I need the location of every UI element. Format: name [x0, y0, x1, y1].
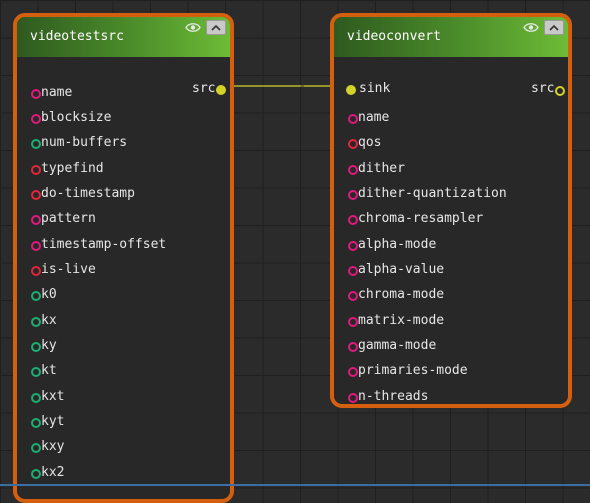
property-label: timestamp-offset [41, 236, 167, 252]
property-label: n-threads [358, 388, 429, 404]
property-label: do-timestamp [41, 185, 135, 201]
property-blocksize[interactable]: blocksize [17, 108, 230, 133]
property-kt[interactable]: kt [17, 361, 230, 386]
eye-icon[interactable] [184, 21, 202, 35]
collapse-button[interactable] [544, 20, 564, 35]
property-port-icon[interactable] [31, 392, 41, 403]
property-port-icon[interactable] [348, 342, 358, 353]
property-port-icon[interactable] [31, 316, 41, 327]
property-chroma-resampler[interactable]: chroma-resampler [334, 209, 568, 234]
src-pad-dot[interactable] [555, 86, 565, 96]
property-label: kt [41, 363, 57, 379]
chevron-up-icon [549, 24, 559, 31]
property-do-timestamp[interactable]: do-timestamp [17, 184, 230, 209]
videotestsrc-node[interactable]: videotestsrc src name blocksize num-buffer… [13, 13, 234, 503]
property-label: gamma-mode [358, 338, 437, 354]
property-name[interactable]: name [17, 83, 230, 108]
property-matrix-mode[interactable]: matrix-mode [334, 311, 568, 336]
property-label: alpha-mode [358, 236, 437, 252]
property-gamma-mode[interactable]: gamma-mode [334, 336, 568, 361]
property-label: chroma-resampler [358, 211, 484, 227]
property-port-icon[interactable] [348, 113, 358, 124]
property-label: kxt [41, 388, 65, 404]
property-port-icon[interactable] [348, 291, 358, 302]
property-port-icon[interactable] [348, 265, 358, 276]
property-port-icon[interactable] [348, 392, 358, 403]
property-port-icon[interactable] [31, 240, 41, 251]
property-label: matrix-mode [358, 312, 445, 328]
property-port-icon[interactable] [348, 189, 358, 200]
property-n-threads[interactable]: n-threads [334, 387, 568, 404]
videoconvert-node[interactable]: videoconvert sink src name qos dither dithe… [330, 13, 572, 408]
property-qos[interactable]: qos [334, 133, 568, 158]
property-label: name [358, 109, 390, 125]
property-label: is-live [41, 261, 96, 277]
property-port-icon[interactable] [31, 88, 41, 99]
property-label: kxy [41, 439, 65, 455]
property-label: num-buffers [41, 135, 128, 151]
property-label: alpha-value [358, 261, 445, 277]
src-pad-label: src [531, 81, 555, 96]
property-label: dither [358, 160, 405, 176]
property-kx[interactable]: kx [17, 311, 230, 336]
property-port-icon[interactable] [31, 468, 41, 479]
property-port-icon[interactable] [348, 139, 358, 150]
node-header[interactable]: videotestsrc [17, 17, 230, 57]
property-label: primaries-mode [358, 363, 468, 379]
property-timestamp-offset[interactable]: timestamp-offset [17, 235, 230, 260]
node-title: videoconvert [347, 29, 441, 44]
property-label: kyt [41, 414, 65, 430]
property-is-live[interactable]: is-live [17, 260, 230, 285]
node-title: videotestsrc [30, 29, 124, 44]
property-kxy[interactable]: kxy [17, 437, 230, 462]
property-k0[interactable]: k0 [17, 285, 230, 310]
node-header[interactable]: videoconvert [334, 17, 568, 57]
property-ky[interactable]: ky [17, 336, 230, 361]
property-port-icon[interactable] [31, 367, 41, 378]
property-label: pattern [41, 211, 96, 227]
property-alpha-mode[interactable]: alpha-mode [334, 235, 568, 260]
property-pattern[interactable]: pattern [17, 209, 230, 234]
property-port-icon[interactable] [348, 367, 358, 378]
property-dither[interactable]: dither [334, 159, 568, 184]
property-alpha-value[interactable]: alpha-value [334, 260, 568, 285]
property-port-icon[interactable] [31, 342, 41, 353]
property-label: qos [358, 135, 382, 151]
sink-pad-dot[interactable] [346, 85, 356, 95]
property-port-icon[interactable] [348, 240, 358, 251]
chevron-up-icon [211, 24, 221, 31]
property-chroma-mode[interactable]: chroma-mode [334, 285, 568, 310]
property-label: kx [41, 312, 57, 328]
property-name[interactable]: name [334, 108, 568, 133]
property-label: blocksize [41, 109, 112, 125]
property-label: k0 [41, 287, 57, 303]
eye-icon[interactable] [522, 21, 540, 35]
property-port-icon[interactable] [348, 215, 358, 226]
property-num-buffers[interactable]: num-buffers [17, 133, 230, 158]
property-port-icon[interactable] [31, 164, 41, 175]
property-label: dither-quantization [358, 185, 507, 201]
property-port-icon[interactable] [31, 291, 41, 302]
sink-pad-label: sink [359, 81, 391, 96]
property-label: name [41, 84, 73, 100]
property-label: kx2 [41, 464, 65, 480]
property-kyt[interactable]: kyt [17, 412, 230, 437]
property-kxt[interactable]: kxt [17, 387, 230, 412]
property-port-icon[interactable] [348, 316, 358, 327]
property-port-icon[interactable] [31, 443, 41, 454]
property-typefind[interactable]: typefind [17, 159, 230, 184]
property-dither-quantization[interactable]: dither-quantization [334, 184, 568, 209]
property-port-icon[interactable] [31, 189, 41, 200]
property-port-icon[interactable] [31, 418, 41, 429]
property-port-icon[interactable] [31, 215, 41, 226]
collapse-button[interactable] [206, 20, 226, 35]
property-primaries-mode[interactable]: primaries-mode [334, 361, 568, 386]
property-port-icon[interactable] [31, 265, 41, 276]
property-port-icon[interactable] [348, 164, 358, 175]
property-label: ky [41, 338, 57, 354]
property-label: typefind [41, 160, 104, 176]
property-port-icon[interactable] [31, 113, 41, 124]
property-label: chroma-mode [358, 287, 445, 303]
property-port-icon[interactable] [31, 139, 41, 150]
